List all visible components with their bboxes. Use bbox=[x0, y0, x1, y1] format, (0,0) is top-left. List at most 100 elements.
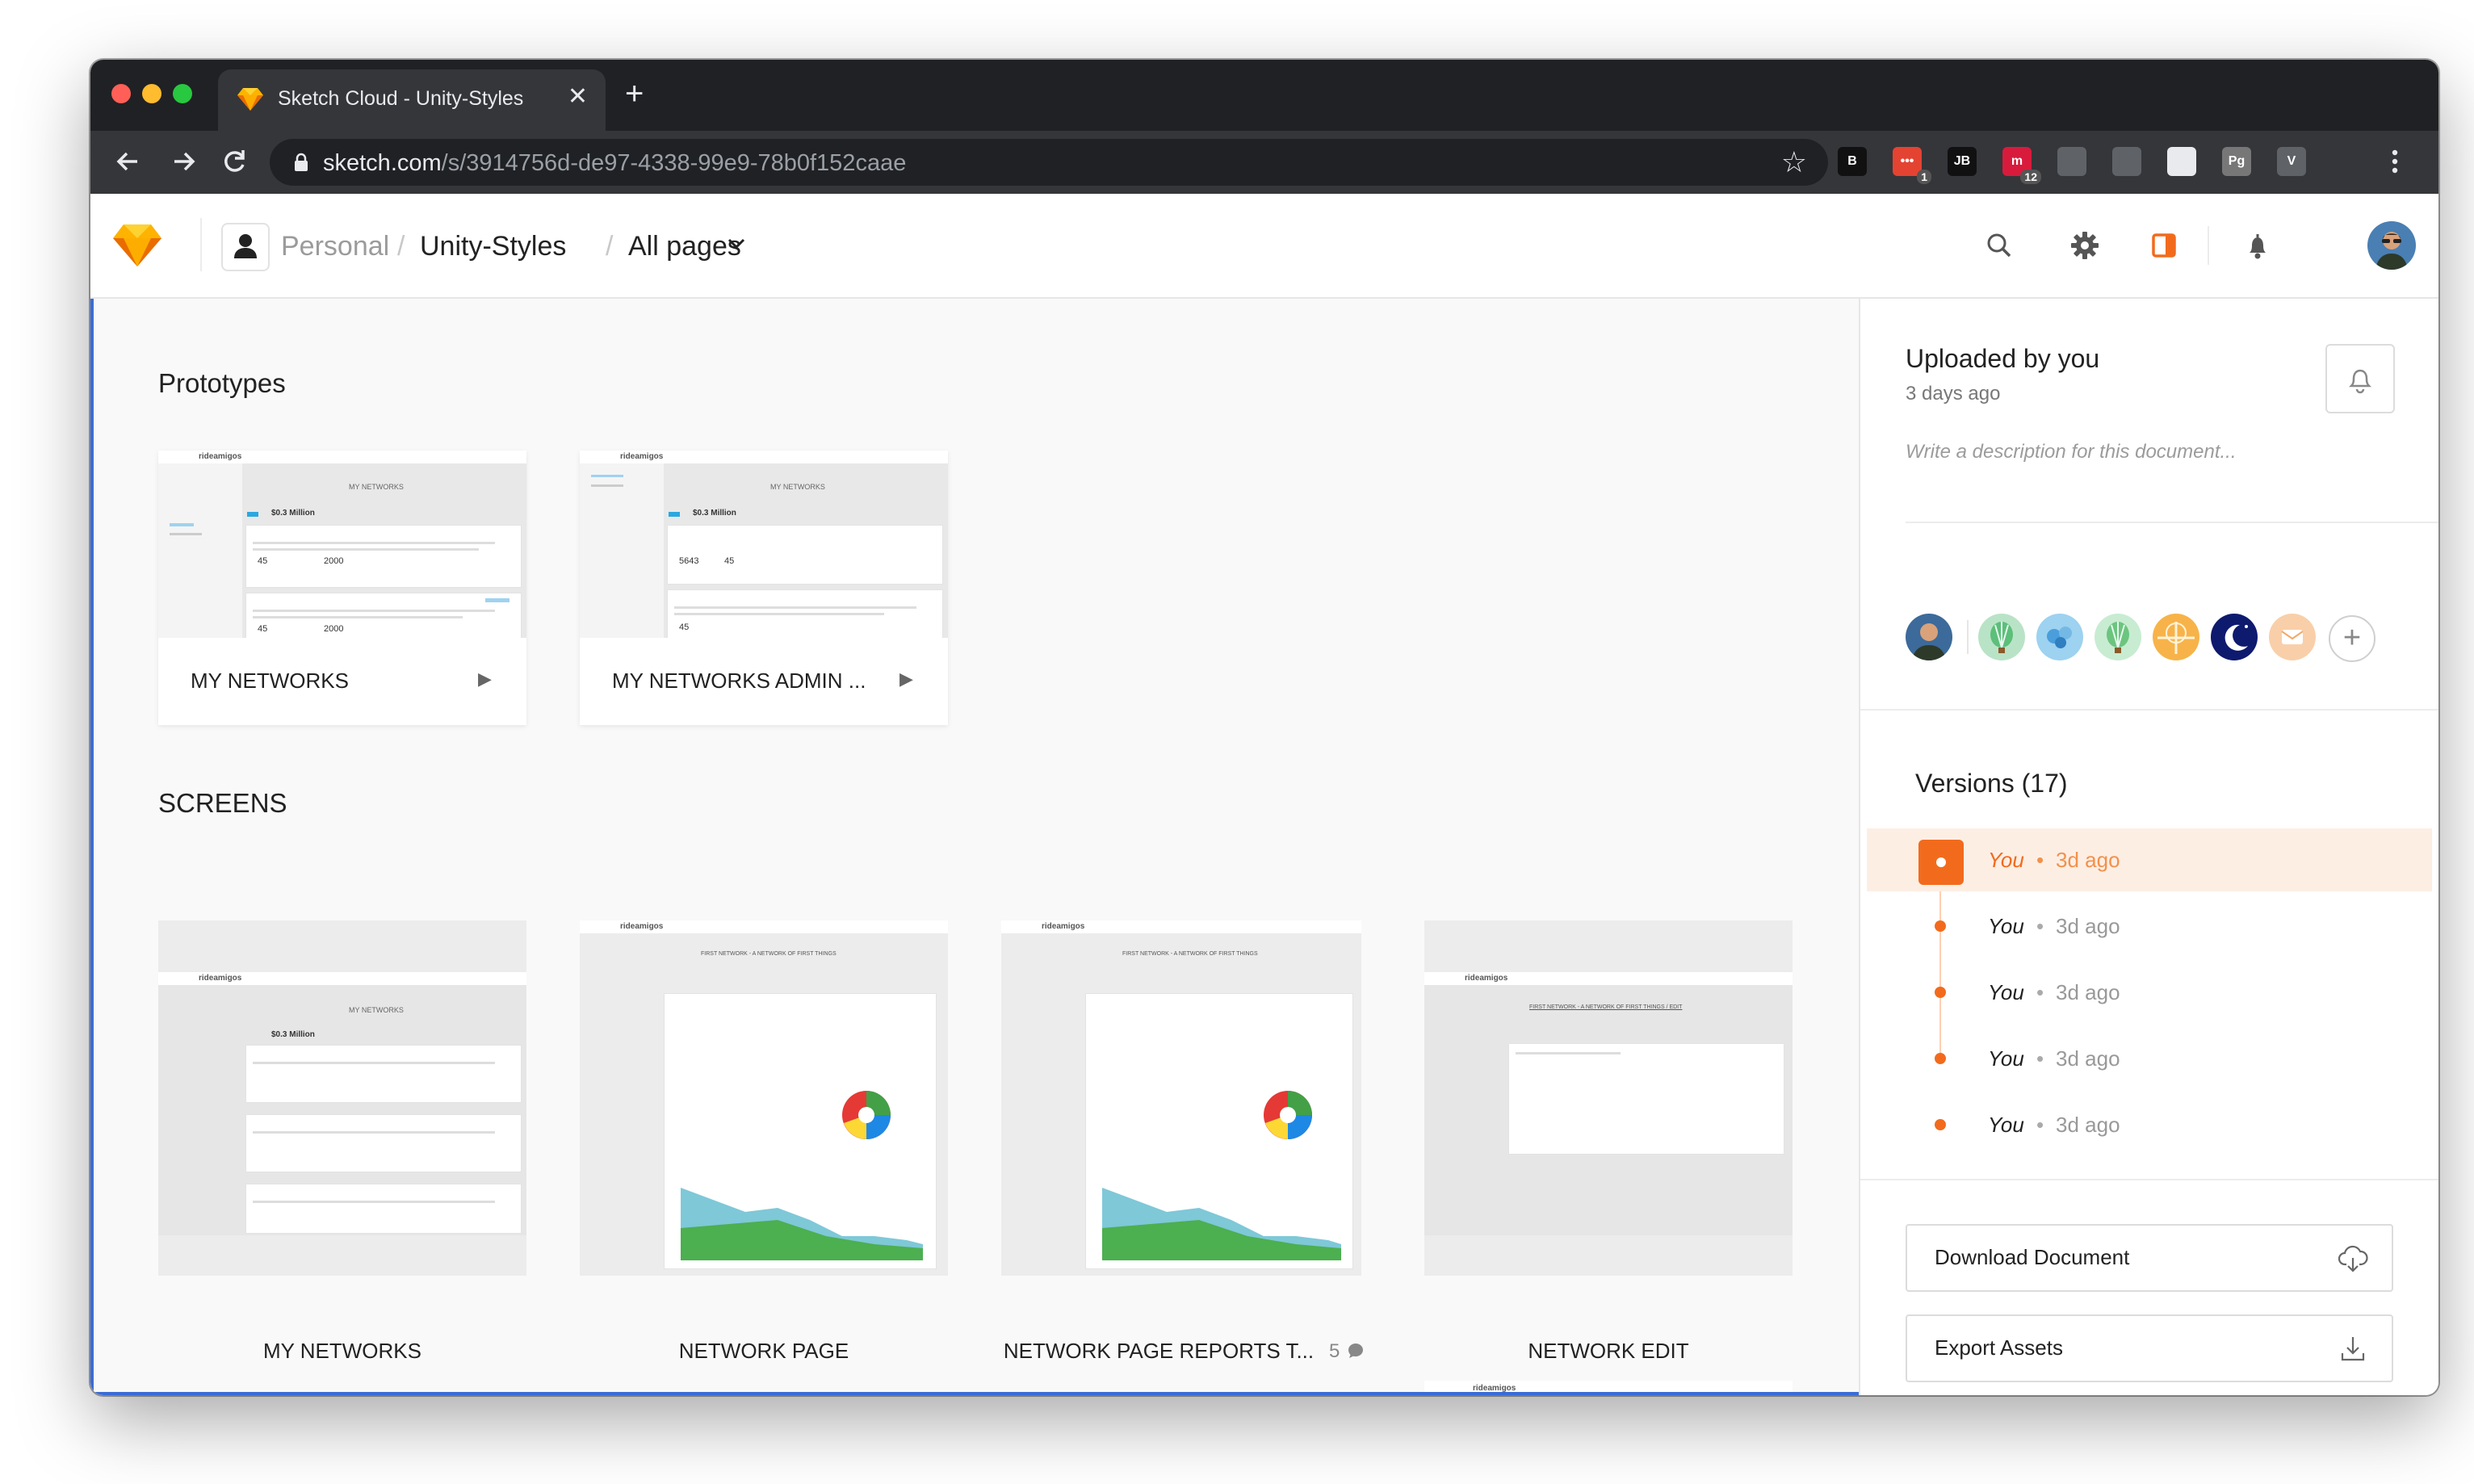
mini-title: MY NETWORKS bbox=[770, 483, 825, 491]
screen-thumbnail[interactable]: rideamigos FIRST NETWORK - A NETWORK OF … bbox=[1001, 920, 1361, 1276]
collaborator-avatar[interactable] bbox=[2153, 614, 2199, 660]
user-avatar[interactable] bbox=[2367, 221, 2416, 270]
m-extension-icon[interactable]: m 12 bbox=[2002, 147, 2041, 184]
download-document-label: Download Document bbox=[1935, 1245, 2130, 1269]
play-icon[interactable]: ▶ bbox=[899, 669, 913, 690]
comment-count[interactable]: 5 bbox=[1329, 1340, 1340, 1363]
mini-line bbox=[253, 1062, 495, 1064]
mini-stat: 5643 bbox=[679, 556, 699, 566]
mini-title: MY NETWORKS bbox=[349, 1006, 404, 1014]
maximize-window-button[interactable] bbox=[173, 84, 192, 103]
screen-thumbnail[interactable]: rideamigos FIRST NETWORK - A NETWORK OF … bbox=[1424, 920, 1793, 1276]
gear-icon[interactable] bbox=[2065, 226, 2104, 265]
version-row[interactable]: You • 3d ago bbox=[1867, 1027, 2432, 1090]
play-icon[interactable]: ▶ bbox=[478, 669, 492, 690]
mini-brand: rideamigos bbox=[620, 452, 664, 461]
version-row[interactable]: You • 3d ago bbox=[1867, 1093, 2432, 1156]
mini-tag bbox=[669, 512, 680, 517]
browser-tab[interactable]: Sketch Cloud - Unity-Styles ✕ bbox=[218, 69, 606, 131]
minimize-window-button[interactable] bbox=[142, 84, 161, 103]
subscribe-button[interactable] bbox=[2325, 344, 2395, 413]
mini-title: MY NETWORKS bbox=[349, 483, 404, 491]
collaborator-avatar[interactable] bbox=[2269, 614, 2316, 660]
screen-label[interactable]: NETWORK EDIT bbox=[1424, 1339, 1793, 1364]
description-field[interactable]: Write a description for this document... bbox=[1906, 441, 2237, 463]
add-collaborator-button[interactable]: + bbox=[2329, 615, 2375, 662]
version-separator: • bbox=[2036, 848, 2044, 872]
mini-value: $0.3 Million bbox=[271, 509, 315, 518]
personal-workspace-button[interactable] bbox=[221, 223, 270, 271]
address-bar[interactable]: sketch.com/s/3914756d-de97-4338-99e9-78b… bbox=[270, 139, 1828, 186]
bookmark-star-icon[interactable]: ☆ bbox=[1781, 145, 1807, 179]
back-arrow-icon[interactable] bbox=[111, 145, 144, 178]
mini-panel bbox=[245, 1045, 522, 1103]
version-separator: • bbox=[2036, 1113, 2044, 1137]
new-tab-button[interactable]: + bbox=[625, 78, 644, 110]
breadcrumb-personal[interactable]: Personal bbox=[281, 231, 389, 262]
bell-icon[interactable] bbox=[2238, 226, 2277, 265]
comment-icon[interactable] bbox=[1347, 1342, 1365, 1360]
mini-brand: rideamigos bbox=[1465, 974, 1508, 983]
screens-heading: SCREENS bbox=[158, 788, 287, 818]
collaborator-avatar[interactable] bbox=[2211, 614, 2258, 660]
collaborator-avatar[interactable] bbox=[2036, 614, 2083, 660]
collaborator-avatar[interactable] bbox=[1978, 614, 2025, 660]
tab-close-icon[interactable]: ✕ bbox=[568, 82, 588, 111]
reload-icon[interactable] bbox=[218, 145, 250, 178]
screen-thumbnail[interactable]: rideamigos MY NETWORKS $0.3 Million bbox=[158, 920, 526, 1276]
tab-title: Sketch Cloud - Unity-Styles bbox=[278, 87, 524, 110]
mini-title: FIRST NETWORK - A NETWORK OF FIRST THING… bbox=[701, 951, 837, 957]
clock-extension-icon[interactable] bbox=[2057, 147, 2086, 176]
jb-extension-icon[interactable]: JB bbox=[1948, 147, 1977, 176]
export-assets-label: Export Assets bbox=[1935, 1335, 2063, 1360]
versions-heading: Versions (17) bbox=[1915, 769, 2068, 798]
close-window-button[interactable] bbox=[111, 84, 131, 103]
lock-icon bbox=[295, 153, 308, 171]
pages-dropdown[interactable]: All pages bbox=[628, 231, 741, 262]
mini-sidebar-item bbox=[170, 523, 194, 526]
version-row[interactable]: You • 3d ago bbox=[1867, 895, 2432, 958]
collaborator-avatar[interactable] bbox=[1906, 614, 1952, 660]
breadcrumb-project[interactable]: Unity-Styles bbox=[420, 231, 566, 262]
extension-label: B bbox=[1847, 154, 1857, 168]
screen-label[interactable]: NETWORK PAGE bbox=[580, 1339, 948, 1364]
mini-line bbox=[253, 548, 479, 551]
chevron-down-icon[interactable] bbox=[725, 233, 748, 255]
search-icon[interactable] bbox=[1980, 226, 2019, 265]
forward-arrow-icon[interactable] bbox=[168, 145, 200, 178]
pocket-extension-icon[interactable] bbox=[2112, 147, 2141, 176]
vimium-extension-icon[interactable]: V bbox=[2277, 147, 2306, 176]
prototype-card[interactable]: rideamigos MY NETWORKS $0.3 Million 45 2… bbox=[158, 451, 526, 725]
collaborator-divider bbox=[1967, 620, 1969, 654]
version-row[interactable]: You • 3d ago bbox=[1867, 961, 2432, 1024]
sketch-logo-icon[interactable] bbox=[113, 223, 161, 268]
version-time: 3d ago bbox=[2056, 980, 2120, 1004]
mini-sidebar bbox=[580, 463, 664, 638]
mini-brand: rideamigos bbox=[199, 974, 242, 983]
screen-thumbnail[interactable]: rideamigos FIRST NETWORK - A NETWORK OF … bbox=[580, 920, 948, 1276]
mini-panel: 45 2000 bbox=[245, 525, 522, 588]
header-divider bbox=[200, 218, 202, 271]
circle-extension-icon[interactable] bbox=[2167, 147, 2196, 176]
inspector-toggle-icon[interactable] bbox=[2145, 226, 2183, 265]
version-time: 3d ago bbox=[2056, 1046, 2120, 1071]
mini-stat: 2000 bbox=[324, 624, 344, 634]
export-assets-button[interactable]: Export Assets bbox=[1906, 1314, 2393, 1382]
screen-label[interactable]: MY NETWORKS bbox=[158, 1339, 526, 1364]
extension-label: m bbox=[2011, 154, 2023, 168]
version-row[interactable]: You • 3d ago bbox=[1867, 828, 2432, 891]
todoist-extension-icon[interactable]: ••• 1 bbox=[1893, 147, 1931, 184]
mini-sidebar-item bbox=[170, 533, 202, 535]
b-extension-icon[interactable]: B bbox=[1838, 147, 1867, 176]
pg-extension-icon[interactable]: Pg bbox=[2222, 147, 2251, 176]
collaborator-avatar[interactable] bbox=[2095, 614, 2141, 660]
version-author: You bbox=[1988, 1046, 2024, 1071]
mini-topbar: rideamigos bbox=[1001, 920, 1361, 933]
download-document-button[interactable]: Download Document bbox=[1906, 1224, 2393, 1292]
browser-toolbar: sketch.com/s/3914756d-de97-4338-99e9-78b… bbox=[90, 131, 2438, 194]
screen-label[interactable]: NETWORK PAGE REPORTS T... bbox=[1001, 1339, 1316, 1364]
chrome-menu-icon[interactable] bbox=[2380, 147, 2409, 176]
prototype-card[interactable]: rideamigos MY NETWORKS $0.3 Million 5643… bbox=[580, 451, 948, 725]
extension-label: Pg bbox=[2228, 154, 2245, 168]
extension-label: JB bbox=[1953, 154, 1971, 168]
